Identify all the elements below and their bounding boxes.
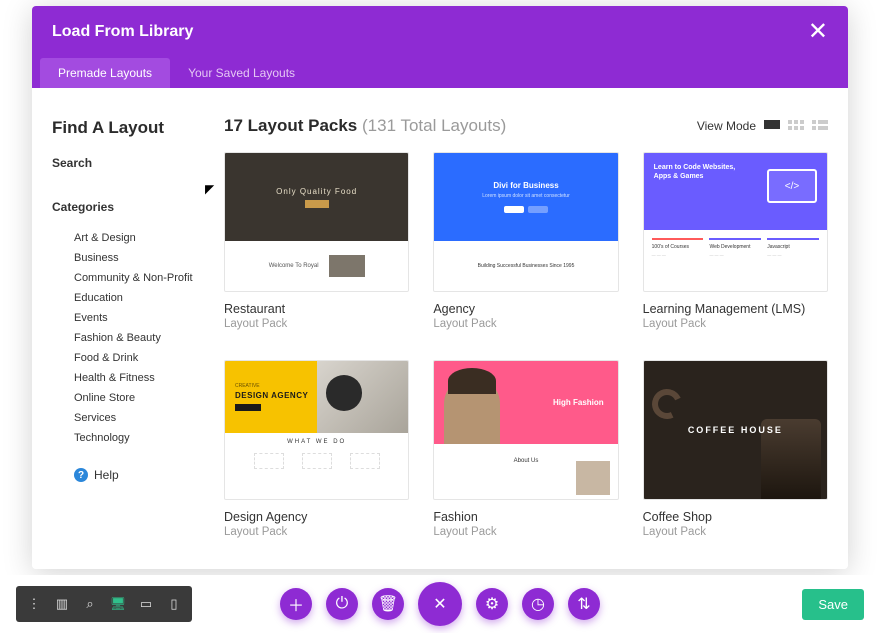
close-builder-button[interactable]: ✕: [418, 582, 462, 626]
save-button[interactable]: Save: [802, 589, 864, 620]
power-icon: ⏻: [336, 595, 349, 613]
category-item[interactable]: Art & Design: [74, 228, 212, 248]
pack-total: (131 Total Layouts): [362, 116, 506, 135]
categories-list: Art & Design Business Community & Non-Pr…: [52, 228, 212, 448]
layout-card-agency[interactable]: Divi for BusinessLorem ipsum dolor sit a…: [433, 152, 618, 330]
layout-card-coffee-shop[interactable]: COFFEE HOUSE Coffee Shop Layout Pack: [643, 360, 828, 538]
categories-label: Categories: [52, 200, 212, 214]
library-modal: Load From Library ✕ Premade Layouts Your…: [32, 6, 848, 569]
view-mode: View Mode: [697, 119, 828, 133]
modal-header: Load From Library ✕: [32, 6, 848, 58]
phone-view-icon[interactable]: ▯: [160, 590, 188, 618]
help-icon: ?: [74, 468, 88, 482]
pack-title-suffix: Layout Packs: [248, 116, 358, 135]
modal-body: Find A Layout Search Categories Art & De…: [32, 88, 848, 569]
swap-button[interactable]: ⇅: [568, 588, 600, 620]
layout-thumb: CREATIVEDESIGN AGENCY WHAT WE DO: [224, 360, 409, 500]
plus-icon: ＋: [288, 592, 304, 616]
help-link[interactable]: ? Help: [52, 468, 212, 482]
layout-title: Restaurant: [224, 302, 409, 316]
category-item[interactable]: Online Store: [74, 388, 212, 408]
builder-bottom-bar: ⋮ ▥ ⌕ 🖥 ▭ ▯ ＋ ⏻ 🗑 ✕ ⚙ ◷ ⇅ Save: [0, 575, 880, 633]
wireframe-view-icon[interactable]: ▥: [48, 590, 76, 618]
layout-sub: Layout Pack: [433, 318, 618, 330]
layout-thumb: COFFEE HOUSE: [643, 360, 828, 500]
category-item[interactable]: Technology: [74, 428, 212, 448]
layout-card-design-agency[interactable]: CREATIVEDESIGN AGENCY WHAT WE DO Design …: [224, 360, 409, 538]
layout-sub: Layout Pack: [224, 526, 409, 538]
tab-saved-layouts[interactable]: Your Saved Layouts: [170, 58, 313, 88]
layout-card-restaurant[interactable]: Only Quality Food Welcome To Royal Resta…: [224, 152, 409, 330]
main-header: 17 Layout Packs (131 Total Layouts) View…: [224, 116, 828, 136]
category-item[interactable]: Business: [74, 248, 212, 268]
close-button[interactable]: ✕: [808, 20, 828, 44]
layout-title: Design Agency: [224, 510, 409, 524]
view-card-icon[interactable]: [764, 120, 780, 132]
modal-title: Load From Library: [52, 23, 193, 41]
category-item[interactable]: Food & Drink: [74, 348, 212, 368]
layout-sub: Layout Pack: [224, 318, 409, 330]
arrows-icon: ⇅: [577, 594, 590, 614]
layout-packs-title: 17 Layout Packs (131 Total Layouts): [224, 116, 506, 136]
category-item[interactable]: Health & Fitness: [74, 368, 212, 388]
layout-title: Coffee Shop: [643, 510, 828, 524]
layout-card-fashion[interactable]: High Fashion About Us Fashion Layout Pac…: [433, 360, 618, 538]
zoom-icon[interactable]: ⌕: [76, 590, 104, 618]
layout-title: Learning Management (LMS): [643, 302, 828, 316]
layout-thumb: High Fashion About Us: [433, 360, 618, 500]
center-toolbar: ＋ ⏻ 🗑 ✕ ⚙ ◷ ⇅: [280, 582, 600, 626]
close-icon: ✕: [433, 594, 446, 614]
layout-title: Fashion: [433, 510, 618, 524]
view-mode-label: View Mode: [697, 119, 756, 133]
main-panel: 17 Layout Packs (131 Total Layouts) View…: [212, 92, 848, 569]
tab-premade-layouts[interactable]: Premade Layouts: [40, 58, 170, 88]
add-button[interactable]: ＋: [280, 588, 312, 620]
category-item[interactable]: Services: [74, 408, 212, 428]
trash-icon: 🗑: [378, 594, 398, 614]
layout-grid: Only Quality Food Welcome To Royal Resta…: [224, 152, 828, 538]
sidebar-heading: Find A Layout: [52, 118, 212, 138]
category-item[interactable]: Fashion & Beauty: [74, 328, 212, 348]
delete-button[interactable]: 🗑: [372, 588, 404, 620]
layout-sub: Layout Pack: [643, 318, 828, 330]
view-list-icon[interactable]: [812, 120, 828, 132]
search-label[interactable]: Search: [52, 156, 212, 170]
desktop-view-icon[interactable]: 🖥: [104, 590, 132, 618]
power-button[interactable]: ⏻: [326, 588, 358, 620]
clock-icon: ◷: [531, 594, 545, 614]
layout-card-lms[interactable]: Learn to Code Websites, Apps & Games 100…: [643, 152, 828, 330]
help-label: Help: [94, 468, 119, 482]
layout-title: Agency: [433, 302, 618, 316]
pack-count: 17: [224, 116, 243, 135]
sidebar: Find A Layout Search Categories Art & De…: [32, 92, 212, 569]
category-item[interactable]: Events: [74, 308, 212, 328]
close-icon: ✕: [808, 18, 828, 45]
left-toolbar: ⋮ ▥ ⌕ 🖥 ▭ ▯: [16, 586, 192, 622]
layout-thumb: Divi for BusinessLorem ipsum dolor sit a…: [433, 152, 618, 292]
more-icon[interactable]: ⋮: [20, 590, 48, 618]
gear-icon: ⚙: [485, 594, 499, 614]
view-grid-icon[interactable]: [788, 120, 804, 132]
category-item[interactable]: Education: [74, 288, 212, 308]
modal-tabs: Premade Layouts Your Saved Layouts: [32, 58, 848, 88]
category-item[interactable]: Community & Non-Profit: [74, 268, 212, 288]
tablet-view-icon[interactable]: ▭: [132, 590, 160, 618]
layout-sub: Layout Pack: [433, 526, 618, 538]
layout-thumb: Only Quality Food Welcome To Royal: [224, 152, 409, 292]
layout-sub: Layout Pack: [643, 526, 828, 538]
layout-thumb: Learn to Code Websites, Apps & Games 100…: [643, 152, 828, 292]
history-button[interactable]: ◷: [522, 588, 554, 620]
settings-button[interactable]: ⚙: [476, 588, 508, 620]
